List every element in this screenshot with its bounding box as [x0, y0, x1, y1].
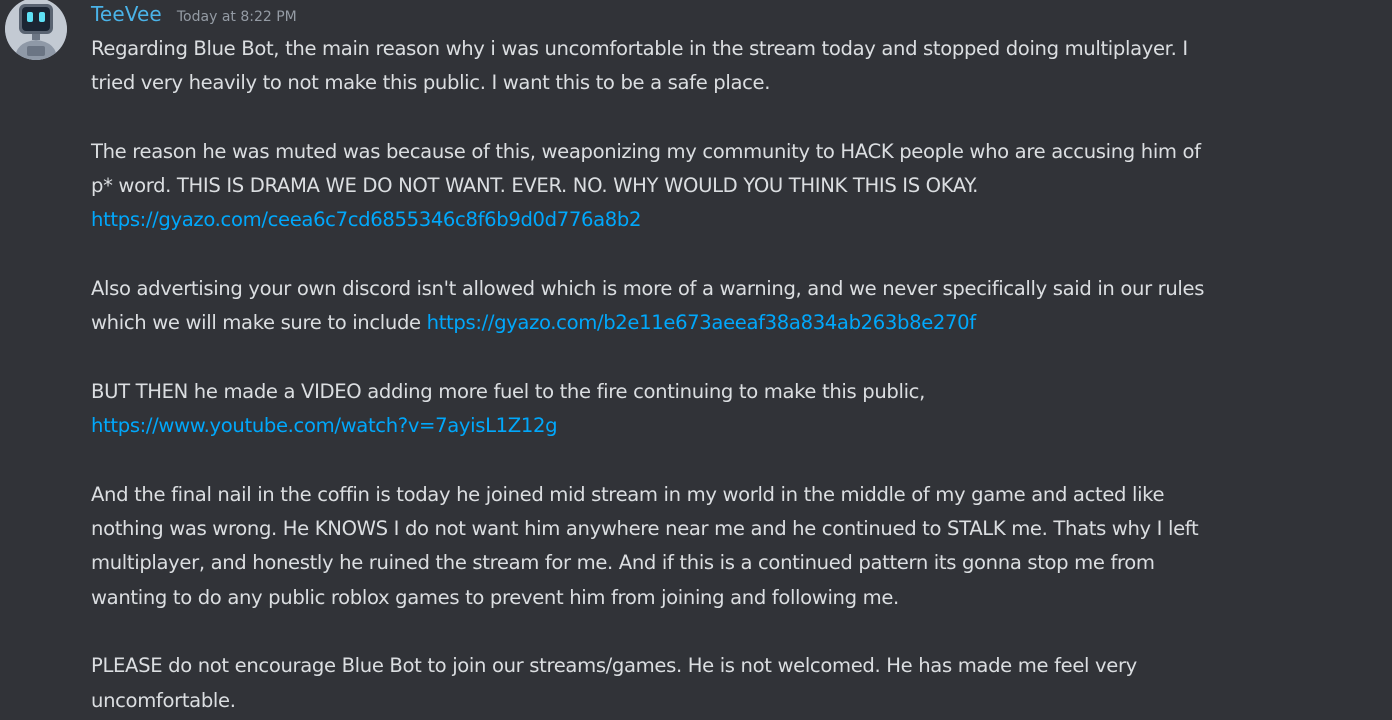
gyazo-link[interactable]: https://gyazo.com/ceea6c7cd6855346c8f6b9… [91, 208, 641, 231]
text-line: uncomfortable. [91, 688, 236, 712]
robot-tv-icon [5, 0, 67, 60]
youtube-link[interactable]: https://www.youtube.com/watch?v=7ayisL1Z… [91, 414, 558, 437]
text-line: Regarding Blue Bot, the main reason why … [91, 37, 1188, 60]
text-line: And the final nail in the coffin is toda… [91, 482, 1165, 506]
user-avatar[interactable] [5, 0, 67, 60]
message-content: Regarding Blue Bot, the main reason why … [91, 32, 1351, 718]
author-username[interactable]: TeeVee [91, 2, 162, 26]
text-line: which we will make sure to include https… [91, 306, 1351, 340]
message-paragraph: PLEASE do not encourage Blue Bot to join… [91, 649, 1351, 718]
text-line: PLEASE do not encourage Blue Bot to join… [91, 654, 1137, 678]
gyazo-link[interactable]: https://gyazo.com/b2e11e673aeeaf38a834ab… [427, 311, 977, 334]
message-paragraph: And the final nail in the coffin is toda… [91, 478, 1351, 615]
message-paragraph: The reason he was muted was because of t… [91, 135, 1351, 238]
text-line: BUT THEN he made a VIDEO adding more fue… [91, 379, 925, 403]
text-line: The reason he was muted was because of t… [91, 139, 1201, 163]
message-paragraph: BUT THEN he made a VIDEO adding more fue… [91, 375, 1351, 444]
text-line: Also advertising your own discord isn't … [91, 277, 1205, 301]
text-line: multiplayer, and honestly he ruined the … [91, 551, 1155, 575]
text-line: nothing was wrong. He KNOWS I do not wan… [91, 517, 1199, 541]
text-segment: which we will make sure to include [91, 311, 421, 335]
chat-message: TeeVee Today at 8:22 PM Regarding Blue B… [0, 0, 1392, 720]
message-paragraph: Regarding Blue Bot, the main reason why … [91, 32, 1351, 101]
message-header: TeeVee Today at 8:22 PM [91, 2, 297, 28]
message-paragraph: Also advertising your own discord isn't … [91, 272, 1351, 341]
text-line: wanting to do any public roblox games to… [91, 585, 899, 609]
text-line: p* word. THIS IS DRAMA WE DO NOT WANT. E… [91, 174, 978, 198]
message-timestamp[interactable]: Today at 8:22 PM [177, 9, 297, 25]
text-line: tried very heavily to not make this publ… [91, 71, 771, 95]
link-line: https://www.youtube.com/watch?v=7ayisL1Z… [91, 409, 1351, 443]
link-line: https://gyazo.com/ceea6c7cd6855346c8f6b9… [91, 203, 1351, 237]
